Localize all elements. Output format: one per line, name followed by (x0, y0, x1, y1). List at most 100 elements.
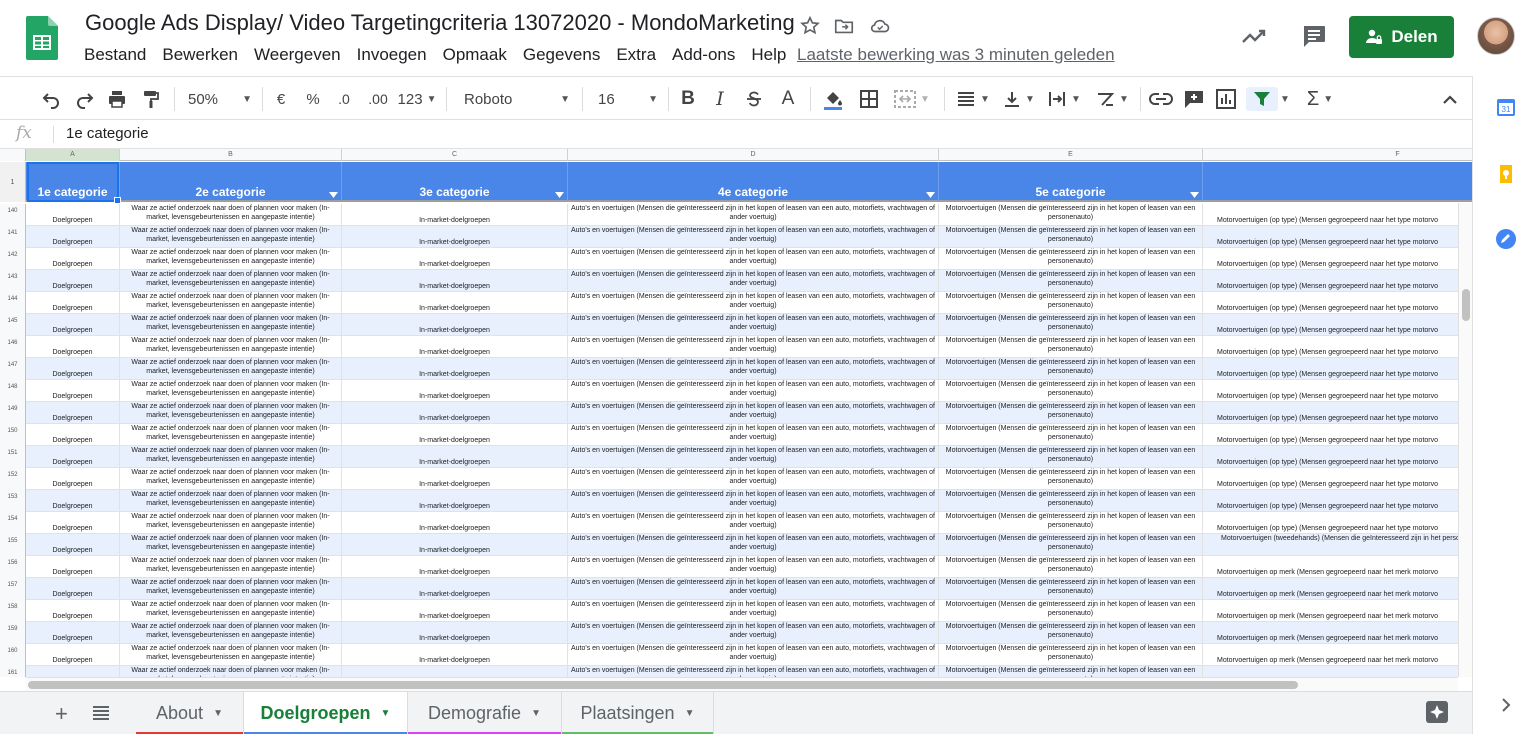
row-number[interactable]: 153 (0, 490, 26, 512)
cell-b[interactable]: Waar ze actief onderzoek naar doen of pl… (120, 512, 342, 534)
menu-invoegen[interactable]: Invoegen (357, 45, 427, 67)
cell-c[interactable]: In-market-doelgroepen (342, 270, 568, 292)
cell-a[interactable]: Doelgroepen (26, 292, 120, 314)
cell-e[interactable]: Motorvoertuigen (Mensen die geïnteressee… (939, 644, 1203, 666)
cell-b[interactable]: Waar ze actief onderzoek naar doen of pl… (120, 490, 342, 512)
cell-d[interactable]: Auto's en voertuigen (Mensen die geïnter… (568, 314, 939, 336)
sheet-grid[interactable]: A B C D E F 1e categorie 2e categorie 3e… (0, 149, 1472, 677)
row-number[interactable]: 152 (0, 468, 26, 490)
cell-f[interactable]: Motorvoertuigen (op type) (Mensen gegroe… (1203, 248, 1472, 270)
comments-icon[interactable] (1300, 22, 1328, 50)
cell-d[interactable]: Auto's en voertuigen (Mensen die geïnter… (568, 226, 939, 248)
merge-cells-icon[interactable]: ▼ (892, 87, 932, 111)
cell-f[interactable]: Motorvoertuigen op merk (Mensen gegroepe… (1203, 578, 1472, 600)
cell-a[interactable]: Doelgroepen (26, 270, 120, 292)
tab-about[interactable]: About ▼ (136, 692, 244, 734)
filter-views-arrow[interactable]: ▼ (1278, 87, 1292, 111)
menu-bewerken[interactable]: Bewerken (162, 45, 238, 67)
cell-c[interactable]: In-market-doelgroepen (342, 556, 568, 578)
italic-button[interactable]: I (710, 87, 730, 111)
cell-f[interactable]: Motorvoertuigen (op type) (Mensen gegroe… (1203, 336, 1472, 358)
cell-f[interactable]: Motorvoertuigen op merk (Mensen gegroepe… (1203, 622, 1472, 644)
cell-b[interactable]: Waar ze actief onderzoek naar doen of pl… (120, 292, 342, 314)
add-sheet-button[interactable]: + (55, 701, 68, 727)
row-number[interactable]: 159 (0, 622, 26, 644)
cell-d[interactable]: Auto's en voertuigen (Mensen die geïnter… (568, 446, 939, 468)
strikethrough-icon[interactable] (744, 87, 764, 111)
cell-e[interactable]: Motorvoertuigen (Mensen die geïnteressee… (939, 468, 1203, 490)
column-header-d[interactable]: D (568, 149, 939, 161)
redo-icon[interactable] (74, 87, 96, 111)
increase-decimals-button[interactable]: .00 (365, 87, 391, 111)
cell-a[interactable]: Doelgroepen (26, 402, 120, 424)
row-number[interactable]: 157 (0, 578, 26, 600)
cell-f[interactable]: Motorvoertuigen (op type) (Mensen gegroe… (1203, 226, 1472, 248)
row-number[interactable]: 149 (0, 402, 26, 424)
cell-f[interactable]: Motorvoertuigen op merk (Mensen gegroepe… (1203, 600, 1472, 622)
cell-d[interactable]: Auto's en voertuigen (Mensen die geïnter… (568, 292, 939, 314)
menu-add-ons[interactable]: Add-ons (672, 45, 735, 67)
cell-a[interactable]: Doelgroepen (26, 600, 120, 622)
functions-icon[interactable]: Σ ▼ (1300, 87, 1340, 111)
cell-a[interactable]: Doelgroepen (26, 248, 120, 270)
cell-c[interactable]: In-market-doelgroepen (342, 534, 568, 556)
cell-c[interactable]: In-market-doelgroepen (342, 226, 568, 248)
cell-e[interactable]: Motorvoertuigen (Mensen die geïnteressee… (939, 512, 1203, 534)
decrease-decimals-button[interactable]: .0 (333, 87, 355, 111)
row-number[interactable]: 156 (0, 556, 26, 578)
cell-e[interactable]: Motorvoertuigen (Mensen die geïnteressee… (939, 292, 1203, 314)
cell-b[interactable]: Waar ze actief onderzoek naar doen of pl… (120, 270, 342, 292)
cell-a[interactable]: Doelgroepen (26, 424, 120, 446)
cell-f[interactable]: Motorvoertuigen (op type) (Mensen gegroe… (1203, 402, 1472, 424)
cell-c[interactable]: In-market-doelgroepen (342, 292, 568, 314)
cell-c[interactable]: In-market-doelgroepen (342, 512, 568, 534)
sheets-logo-icon[interactable] (26, 16, 58, 60)
row-number[interactable]: 155 (0, 534, 26, 556)
cell-e[interactable]: Motorvoertuigen (Mensen die geïnteressee… (939, 622, 1203, 644)
cell-e[interactable]: Motorvoertuigen (Mensen die geïnteressee… (939, 666, 1203, 677)
paint-format-icon[interactable] (140, 87, 162, 111)
insert-chart-icon[interactable] (1214, 87, 1238, 111)
tab-plaatsingen[interactable]: Plaatsingen ▼ (562, 692, 714, 734)
horizontal-scroll-thumb[interactable] (28, 681, 1298, 689)
column-filter-icon[interactable] (926, 192, 935, 198)
menu-weergeven[interactable]: Weergeven (254, 45, 341, 67)
cell-c[interactable]: In-market-doelgroepen (342, 600, 568, 622)
cell-e[interactable]: Motorvoertuigen (Mensen die geïnteressee… (939, 534, 1203, 556)
cell-e[interactable]: Motorvoertuigen (Mensen die geïnteressee… (939, 578, 1203, 600)
cell-c[interactable]: In-market-doelgroepen (342, 446, 568, 468)
zoom-select[interactable]: 50% ▼ (188, 87, 252, 111)
header-cell-b[interactable]: 2e categorie (120, 162, 342, 202)
cell-f[interactable]: Motorvoertuigen (op type) (Mensen gegroe… (1203, 358, 1472, 380)
cell-f[interactable]: Motorvoertuigen (op type) (Mensen gegroe… (1203, 380, 1472, 402)
text-color-button[interactable]: A (778, 87, 798, 111)
select-all-corner[interactable] (0, 149, 26, 161)
calendar-icon[interactable]: 31 (1495, 96, 1517, 118)
tab-doelgroepen[interactable]: Doelgroepen ▼ (244, 692, 408, 734)
cell-a[interactable]: Doelgroepen (26, 534, 120, 556)
cell-b[interactable]: Waar ze actief onderzoek naar doen of pl… (120, 556, 342, 578)
cell-b[interactable]: Waar ze actief onderzoek naar doen of pl… (120, 622, 342, 644)
cell-c[interactable]: In-market-doelgroepen (342, 248, 568, 270)
cell-a[interactable]: Doelgroepen (26, 380, 120, 402)
currency-format-button[interactable]: € (272, 87, 290, 111)
row-number[interactable]: 140 (0, 204, 26, 226)
row-number[interactable]: 147 (0, 358, 26, 380)
cell-d[interactable]: Auto's en voertuigen (Mensen die geïnter… (568, 270, 939, 292)
horizontal-align-icon[interactable]: ▼ (954, 87, 992, 111)
cell-b[interactable]: Waar ze actief onderzoek naar doen of pl… (120, 204, 342, 226)
cell-e[interactable]: Motorvoertuigen (Mensen die geïnteressee… (939, 270, 1203, 292)
cell-d[interactable]: Auto's en voertuigen (Mensen die geïnter… (568, 204, 939, 226)
column-filter-icon[interactable] (329, 192, 338, 198)
cell-e[interactable]: Motorvoertuigen (Mensen die geïnteressee… (939, 336, 1203, 358)
column-header-e[interactable]: E (939, 149, 1203, 161)
cell-d[interactable]: Auto's en voertuigen (Mensen die geïnter… (568, 402, 939, 424)
document-title[interactable]: Google Ads Display/ Video Targetingcrite… (85, 10, 795, 36)
cell-c[interactable]: In-market-doelgroepen (342, 622, 568, 644)
menu-help[interactable]: Help (751, 45, 786, 67)
cell-e[interactable]: Motorvoertuigen (Mensen die geïnteressee… (939, 446, 1203, 468)
more-formats-select[interactable]: 123 ▼ (398, 87, 437, 111)
cell-e[interactable]: Motorvoertuigen (Mensen die geïnteressee… (939, 424, 1203, 446)
formula-input[interactable]: 1e categorie (66, 125, 149, 142)
all-sheets-icon[interactable] (92, 705, 110, 721)
